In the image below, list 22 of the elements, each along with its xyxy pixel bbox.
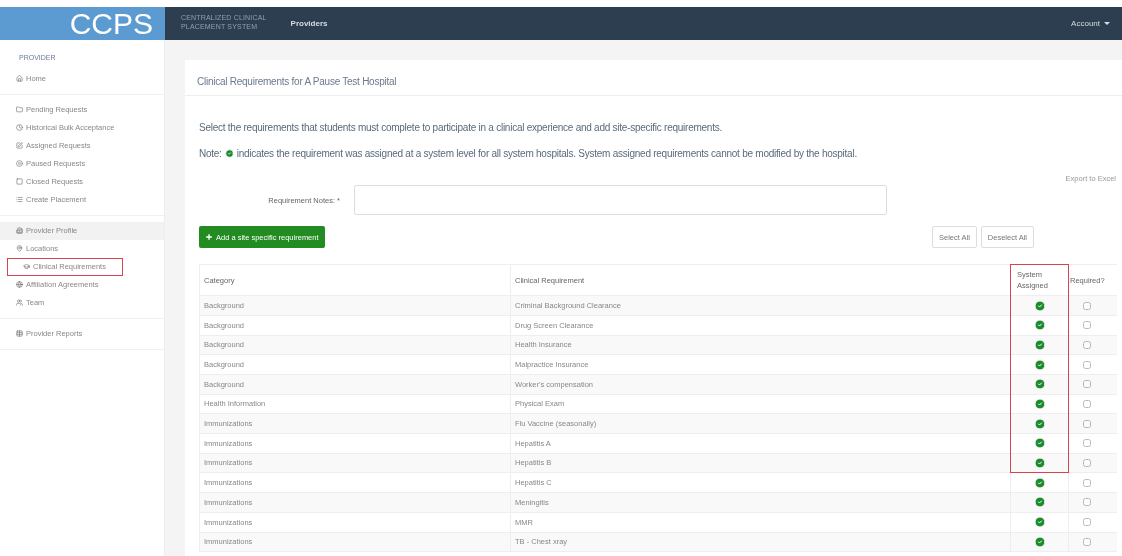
edit-icon bbox=[16, 142, 23, 149]
table-icon bbox=[16, 330, 23, 337]
pin-icon bbox=[16, 245, 23, 252]
instructions: Select the requirements that students must complete to participate in a clinical experience and add site-specific requirements. bbox=[199, 121, 723, 135]
plus-icon bbox=[205, 233, 213, 242]
users-icon bbox=[16, 299, 23, 306]
home-icon bbox=[16, 75, 23, 82]
caret-icon bbox=[1104, 22, 1110, 25]
folder-icon bbox=[16, 106, 23, 113]
list-icon bbox=[16, 196, 23, 203]
page-title: Clinical Requirements for A Pause Test Hospital bbox=[185, 60, 1122, 96]
nav-link[interactable]: Providers bbox=[290, 7, 328, 40]
note: Note: indicates the requirement was assigned at a system level for all system hospitals. System assigned requirements cannot be modified by the hospital. bbox=[199, 147, 858, 161]
graduation-cap-icon bbox=[23, 263, 30, 270]
check-circle-icon bbox=[224, 149, 234, 158]
notes-field[interactable] bbox=[354, 185, 887, 216]
clock-icon bbox=[16, 124, 23, 131]
logo[interactable]: CCPS bbox=[0, 7, 165, 40]
pause-icon bbox=[16, 160, 23, 167]
building-icon bbox=[16, 227, 23, 234]
account-menu[interactable]: Account bbox=[1071, 7, 1110, 40]
globe-icon bbox=[16, 281, 23, 288]
